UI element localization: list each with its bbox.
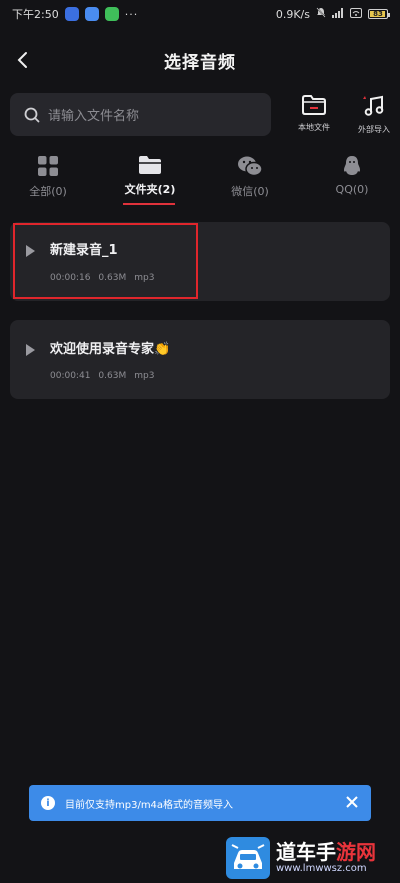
recording-meta: 00:00:16 0.63M mp3 xyxy=(50,273,154,283)
recording-meta: 00:00:41 0.63M mp3 xyxy=(50,371,154,381)
tab-qq[interactable]: QQ(0) xyxy=(312,155,392,196)
network-speed: 0.9K/s xyxy=(275,7,310,21)
recording-title: 新建录音_1 xyxy=(50,243,118,258)
recording-size: 0.63M xyxy=(98,273,127,283)
tab-folder[interactable]: 文件夹(2) xyxy=(110,155,190,197)
battery-level: 83 xyxy=(373,10,383,18)
green-app-icon xyxy=(104,7,119,21)
page-title: 选择音频 xyxy=(164,52,236,73)
shield-app-icon xyxy=(64,7,79,21)
mute-icon xyxy=(316,7,326,21)
play-icon[interactable] xyxy=(26,245,35,257)
watermark-url: www.lmwwsz.com xyxy=(276,863,367,874)
list-item[interactable]: 欢迎使用录音专家👏 00:00:41 0.63M mp3 xyxy=(10,320,390,399)
external-import-button[interactable]: 外部导入 xyxy=(350,94,398,135)
play-icon[interactable] xyxy=(26,344,35,356)
folder-icon xyxy=(139,156,161,174)
format-toast: i 目前仅支持mp3/m4a格式的音频导入 xyxy=(29,785,371,821)
active-tab-indicator xyxy=(123,203,175,205)
music-note-icon xyxy=(363,95,384,116)
tab-wechat[interactable]: 微信(0) xyxy=(210,155,290,199)
tab-all-label: 全部(0) xyxy=(29,185,67,198)
watermark-brand-red: 游网 xyxy=(336,840,376,864)
watermark-brand: 道车手 xyxy=(276,840,336,864)
recording-format: mp3 xyxy=(134,371,155,381)
recording-format: mp3 xyxy=(134,273,155,283)
grid-icon xyxy=(38,156,58,176)
recording-size: 0.63M xyxy=(98,371,127,381)
search-input[interactable]: 请输入文件名称 xyxy=(10,93,271,136)
source-tabs: 全部(0) 文件夹(2) 微信(0) QQ(0) xyxy=(0,155,400,210)
recording-duration: 00:00:41 xyxy=(50,371,91,381)
tab-qq-label: QQ(0) xyxy=(335,183,369,196)
header: 选择音频 xyxy=(0,40,400,80)
status-time: 下午2:50 xyxy=(12,8,59,21)
qq-penguin-icon xyxy=(344,156,360,175)
tab-all[interactable]: 全部(0) xyxy=(8,155,88,199)
wifi-icon xyxy=(350,7,362,21)
external-import-label: 外部导入 xyxy=(358,125,390,134)
search-icon xyxy=(24,107,40,122)
folder-icon xyxy=(302,95,326,115)
signal-icon xyxy=(332,7,344,21)
chevron-left-icon xyxy=(17,52,27,68)
watermark: 道车手游网 www.lmwwsz.com xyxy=(226,833,400,883)
close-button[interactable] xyxy=(345,794,359,813)
info-icon: i xyxy=(41,796,55,810)
back-button[interactable] xyxy=(10,48,34,72)
list-item[interactable]: 新建录音_1 00:00:16 0.63M mp3 xyxy=(10,222,390,301)
more-notifications: ··· xyxy=(124,7,139,21)
search-placeholder: 请输入文件名称 xyxy=(48,109,140,124)
wechat-icon xyxy=(238,156,263,177)
tab-wechat-label: 微信(0) xyxy=(231,185,269,198)
tab-folder-label: 文件夹(2) xyxy=(124,183,176,196)
recording-duration: 00:00:16 xyxy=(50,273,91,283)
watermark-logo xyxy=(226,837,270,879)
battery-icon: 83 xyxy=(368,9,390,19)
blue-app-icon xyxy=(84,7,99,21)
local-file-label: 本地文件 xyxy=(298,123,330,132)
recording-title: 欢迎使用录音专家👏 xyxy=(50,342,171,357)
local-file-button[interactable]: 本地文件 xyxy=(290,94,338,133)
close-icon xyxy=(346,795,358,808)
toast-message: 目前仅支持mp3/m4a格式的音频导入 xyxy=(65,799,234,811)
status-bar: 下午2:50 ··· 0.9K/s 83 xyxy=(0,0,400,28)
